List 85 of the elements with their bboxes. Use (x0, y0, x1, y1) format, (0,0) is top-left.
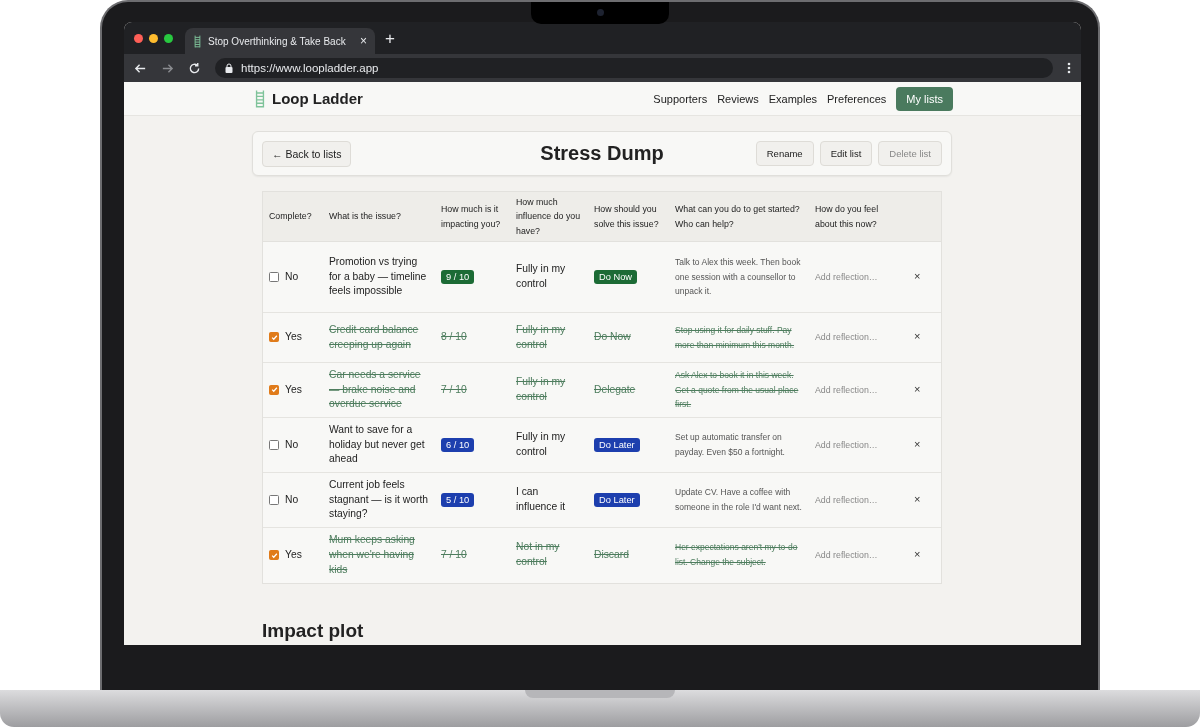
rating-badge: 9 / 10 (441, 269, 475, 284)
rating-text: 8 / 10 (441, 331, 467, 343)
ladder-icon (254, 88, 266, 109)
nav-link[interactable]: Examples (768, 86, 817, 111)
column-header: How much influence do you have? (510, 192, 588, 242)
browser-tab[interactable]: Stop Overthinking & Take Back × (185, 28, 375, 54)
rating-text: 7 / 10 (441, 383, 467, 395)
issue-text: Credit card balance creeping up again (329, 323, 419, 350)
list-title: Stress Dump (540, 142, 664, 165)
issue-text: Want to save for a holiday but never get ahead (329, 423, 425, 465)
complete-checkbox[interactable] (269, 440, 279, 450)
influence-text: Fully in my control (516, 431, 566, 457)
brand-name[interactable]: Loop Ladder (272, 90, 363, 107)
nav-link[interactable]: Reviews (717, 86, 759, 111)
more-menu-icon[interactable] (1067, 62, 1071, 74)
action-text: Update CV. Have a coffee with someone in the role I'd want next. (675, 487, 802, 512)
influence-text: I can influence it (516, 486, 566, 512)
influence-text: Fully in my control (516, 263, 566, 289)
rating-text: Do Now (594, 331, 631, 343)
nav-link[interactable]: My lists (896, 86, 953, 111)
ladder-icon (193, 34, 202, 48)
reflection-field[interactable]: Add reflection… (815, 384, 878, 395)
reload-icon[interactable] (188, 61, 201, 75)
action-text: Stop using it for daily stuff. Pay more than minimum this month. (675, 324, 795, 350)
column-header: What is the issue? (323, 192, 435, 242)
complete-checkbox[interactable] (269, 550, 279, 561)
reflection-field[interactable]: Add reflection… (815, 439, 878, 450)
delete-button[interactable]: × (914, 269, 921, 282)
action-text: Set up automatic transfer on payday. Even $50 a fortnight. (675, 432, 785, 457)
rating-badge: Do Later (594, 492, 640, 507)
column-header: How do you feel about this now? (809, 192, 908, 242)
back-button[interactable]: ← Back to lists (262, 140, 352, 167)
issue-text: Promotion vs trying for a baby — timeline feels impossible (329, 255, 427, 297)
delete-button[interactable]: × (914, 330, 921, 343)
reflection-field[interactable]: Add reflection… (815, 494, 878, 505)
influence-text: Fully in my control (516, 376, 566, 402)
action-text: Talk to Alex this week. Then book one session with a counsellor to unpack it. (675, 256, 801, 297)
reflection-field[interactable]: Add reflection… (815, 271, 878, 282)
delete-button[interactable]: × (914, 492, 921, 505)
rating-text: Discard (594, 548, 629, 560)
issue-text: Mum keeps asking when we're having kids (329, 533, 415, 575)
nav-link[interactable]: Preferences (827, 86, 887, 111)
address-bar[interactable]: https://www.loopladder.app (215, 58, 1053, 78)
column-header: What can you do to get started? Who can help? (669, 192, 809, 242)
reflection-field[interactable]: Add reflection… (815, 332, 878, 343)
delete-button[interactable]: × (914, 547, 921, 560)
complete-label: No (285, 492, 299, 507)
rating-badge: 6 / 10 (441, 437, 475, 452)
minimize-window-button[interactable] (149, 33, 158, 43)
influence-text: Fully in my control (516, 323, 566, 350)
rating-badge: Do Later (594, 437, 640, 452)
camera-icon (596, 9, 604, 16)
complete-checkbox[interactable] (269, 272, 279, 282)
complete-checkbox[interactable] (269, 495, 279, 505)
rating-text: 7 / 10 (441, 548, 467, 560)
column-header: How much is it impacting you? (435, 192, 510, 242)
new-tab-button[interactable]: + (385, 29, 395, 47)
complete-label: Yes (285, 330, 302, 345)
action-button[interactable]: Rename (755, 141, 814, 166)
action-text: Ask Alex to book it in this week. Get a quote from the usual place first. (675, 369, 799, 410)
delete-button[interactable]: × (914, 437, 921, 450)
action-button[interactable]: Edit list (819, 141, 873, 166)
influence-text: Not in my control (516, 541, 560, 568)
rating-badge: 5 / 10 (441, 492, 475, 507)
rating-badge: Do Now (594, 269, 638, 284)
reflection-field[interactable]: Add reflection… (815, 549, 878, 560)
complete-label: Yes (285, 547, 302, 562)
delete-button[interactable]: × (914, 382, 921, 395)
nav-link[interactable]: Supporters (653, 86, 708, 111)
complete-checkbox[interactable] (269, 332, 279, 343)
section-title: Impact plot (262, 619, 365, 642)
complete-label: Yes (285, 382, 302, 397)
complete-label: No (285, 437, 299, 452)
action-text: Her expectations aren't my to-do list. Change the subject. (675, 542, 798, 568)
issue-text: Current job feels stagnant — is it worth staying? (329, 478, 428, 520)
tab-close-button[interactable]: × (360, 34, 367, 48)
lock-icon (225, 63, 233, 73)
issue-text: Car needs a service — brake noise and overdue service (329, 368, 421, 410)
column-header: Complete? (263, 192, 323, 242)
rating-text: Delegate (594, 383, 636, 395)
maximize-window-button[interactable] (164, 33, 173, 43)
close-window-button[interactable] (134, 33, 143, 43)
complete-label: No (285, 269, 299, 284)
complete-checkbox[interactable] (269, 385, 279, 395)
column-header: How should you solve this issue? (588, 192, 669, 242)
